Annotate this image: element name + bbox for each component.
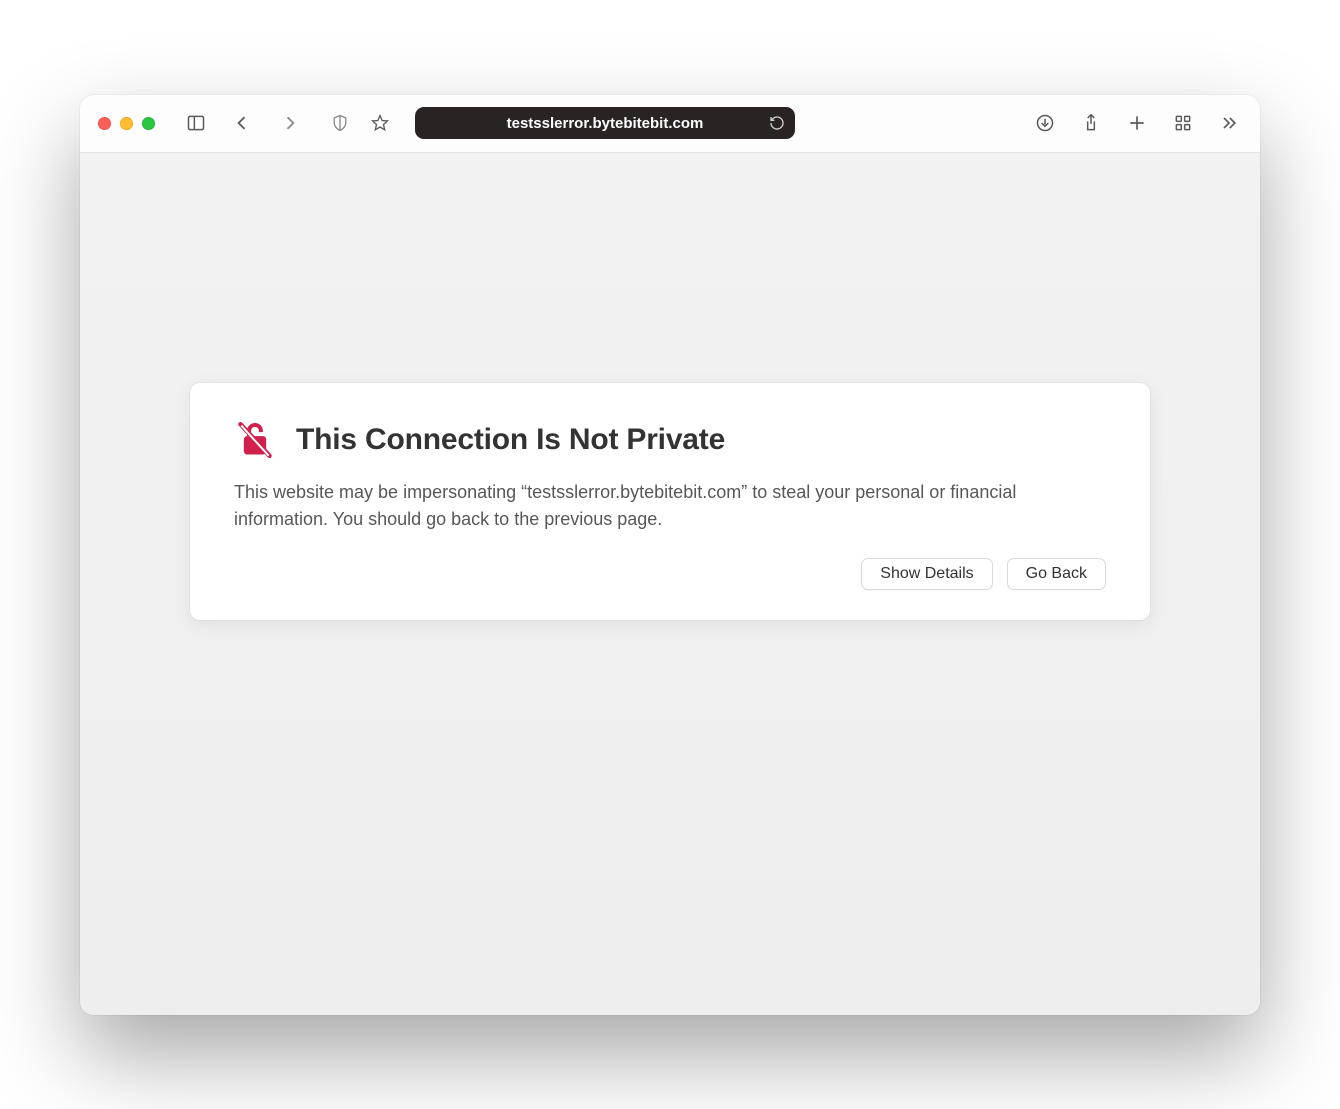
sidebar-toggle-icon[interactable] <box>183 110 209 136</box>
close-window-button[interactable] <box>98 117 111 130</box>
privacy-shield-icon[interactable] <box>327 110 353 136</box>
ssl-error-card: This Connection Is Not Private This webs… <box>190 383 1150 621</box>
bookmark-star-icon[interactable] <box>367 110 393 136</box>
url-bar[interactable]: testsslerror.bytebitebit.com <box>415 107 795 139</box>
fullscreen-window-button[interactable] <box>142 117 155 130</box>
tab-overview-grid-icon[interactable] <box>1170 110 1196 136</box>
error-body-text: This website may be impersonating “tests… <box>234 479 1106 535</box>
new-tab-plus-icon[interactable] <box>1124 110 1150 136</box>
insecure-lock-icon <box>234 419 276 461</box>
toolbar-right-group <box>1032 110 1242 136</box>
error-title: This Connection Is Not Private <box>296 423 725 457</box>
card-header: This Connection Is Not Private <box>234 419 1106 461</box>
show-details-button[interactable]: Show Details <box>861 558 992 590</box>
overflow-chevrons-icon[interactable] <box>1216 110 1242 136</box>
go-back-button[interactable]: Go Back <box>1007 558 1106 590</box>
navigation-group <box>229 110 303 136</box>
browser-window: testsslerror.bytebitebit.com <box>80 95 1260 1015</box>
back-icon[interactable] <box>229 110 255 136</box>
forward-icon[interactable] <box>277 110 303 136</box>
button-row: Show Details Go Back <box>234 558 1106 590</box>
page-content: This Connection Is Not Private This webs… <box>80 153 1260 1015</box>
window-controls <box>98 117 155 130</box>
minimize-window-button[interactable] <box>120 117 133 130</box>
share-icon[interactable] <box>1078 110 1104 136</box>
browser-toolbar: testsslerror.bytebitebit.com <box>80 95 1260 153</box>
downloads-icon[interactable] <box>1032 110 1058 136</box>
reload-icon[interactable] <box>769 115 785 131</box>
url-text: testsslerror.bytebitebit.com <box>507 115 704 132</box>
